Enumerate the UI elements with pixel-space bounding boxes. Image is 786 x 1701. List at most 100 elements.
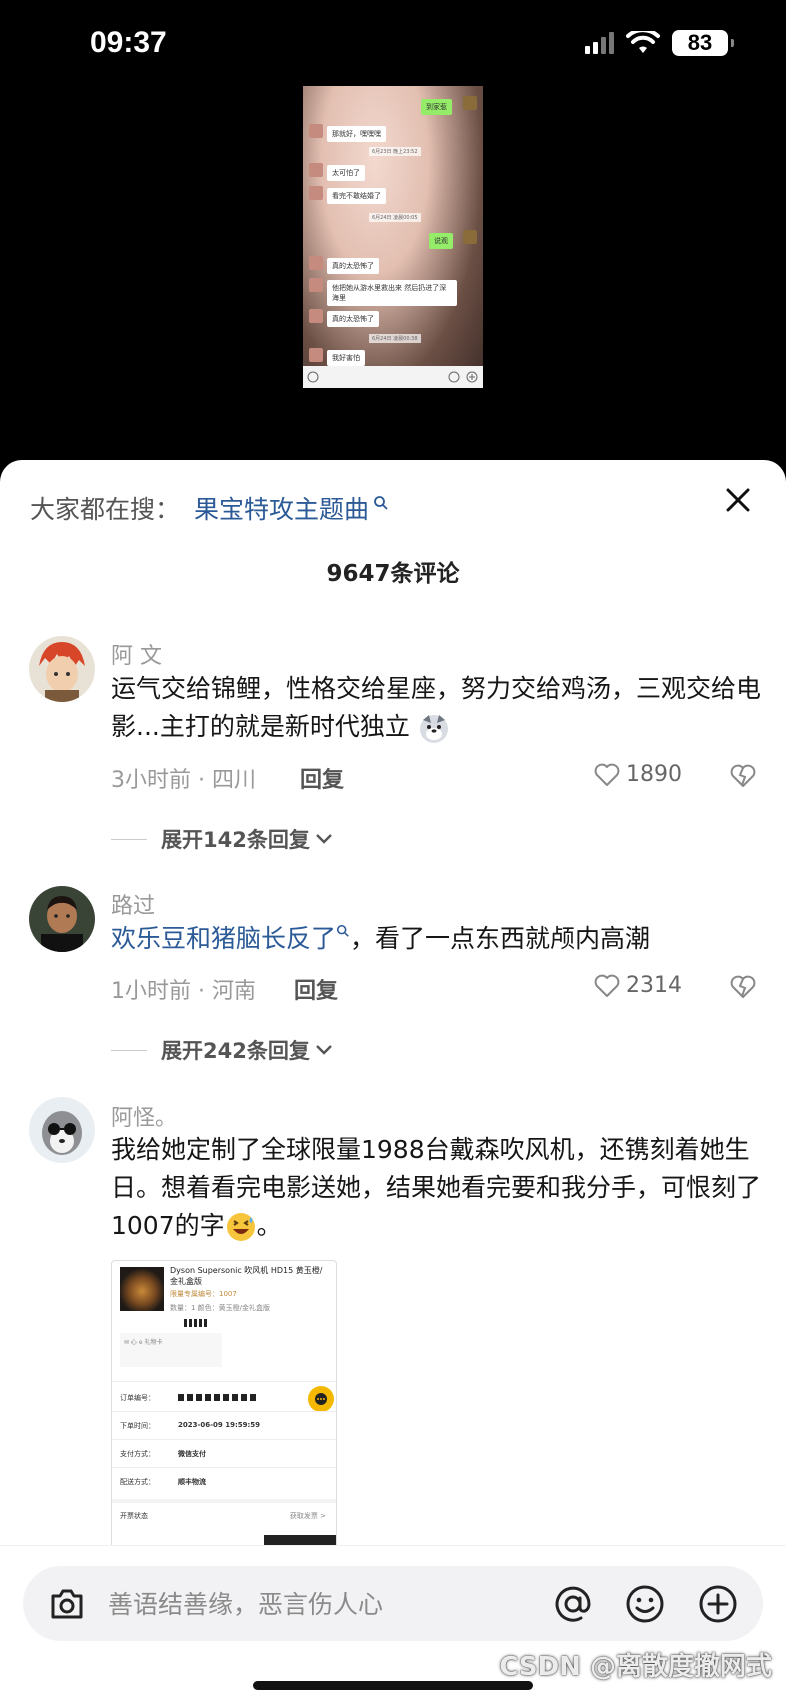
receipt-row-value: 2023-06-09 19:59:59 (178, 1421, 261, 1429)
chat-avatar (463, 230, 477, 244)
chat-bubble: 那就好，嘿嘿嘿 (327, 126, 386, 142)
laugh-sweat-emoji-icon (226, 1213, 255, 1241)
search-suggestion-link[interactable]: 果宝特攻主题曲 (194, 490, 369, 526)
chat-bubble: 到家惹 (421, 99, 452, 115)
camera-icon[interactable] (47, 1584, 87, 1624)
comments-panel: 大家都在搜： 果宝特攻主题曲 9647条评论 阿 文 运气交给锦鲤，性格交给星座… (0, 460, 786, 1701)
like-count: 2314 (626, 973, 682, 998)
comment-username[interactable]: 路过 (111, 888, 155, 920)
chat-timestamp: 6月23日 晚上23:52 (369, 147, 421, 156)
comment-attachment-image[interactable]: Dyson Supersonic 吹风机 HD15 黄玉橙/金礼盒版 限量专属编… (111, 1260, 337, 1550)
like-count: 1890 (626, 762, 682, 787)
comment-meta: 3小时前 · 四川 (111, 768, 256, 793)
home-indicator (253, 1681, 533, 1690)
reply-button[interactable]: 回复 (294, 973, 338, 1005)
chat-bubble: 真的太恐怖了 (327, 258, 379, 274)
close-icon[interactable] (720, 482, 756, 518)
chat-fab-button[interactable] (308, 1386, 334, 1412)
product-serial: 限量专属编号：1007 (170, 1290, 237, 1298)
search-suggestion-prefix: 大家都在搜： (30, 495, 181, 524)
watermark: CSDN @离散度撤网式 (499, 1652, 772, 1682)
product-quantity: 数量：1 颜色：黄玉橙/金礼盒版 (170, 1304, 271, 1312)
chat-avatar (309, 348, 323, 362)
comment-input-container (23, 1566, 763, 1641)
heart-icon (594, 763, 620, 786)
receipt-row-label: 订单编号： (120, 1394, 155, 1402)
divider (112, 1467, 336, 1468)
comment-text: 运气交给锦鲤，性格交给星座，努力交给鸡汤，三观交给电影...主打的就是新时代独立 (111, 670, 761, 746)
product-thumbnail (120, 1267, 164, 1311)
add-icon[interactable] (696, 1582, 740, 1626)
chat-bubble: 真的太恐怖了 (327, 311, 379, 327)
comment-input[interactable] (108, 1584, 498, 1624)
chat-avatar (309, 309, 323, 323)
comment-username[interactable]: 阿 文 (111, 638, 162, 670)
receipt-row-label: 开票状态 (120, 1512, 148, 1520)
avatar-image (29, 636, 95, 702)
comment-body: 我给她定制了全球限量1988台戴森吹风机，还镌刻着她生日。想着看完电影送她，结果… (111, 1135, 762, 1240)
divider (112, 1499, 336, 1503)
avatar-image (29, 886, 95, 952)
receipt-row: 下单时间： 2023-06-09 19:59:59 (120, 1421, 326, 1431)
chat-bubble: 太可怕了 (327, 165, 365, 181)
comment-text: 欢乐豆和猪脑长反了 ，看了一点东西就颅内高潮 (111, 920, 761, 958)
emoji-icon[interactable] (623, 1582, 667, 1626)
expand-replies-button[interactable]: 展开242条回复 (111, 1035, 334, 1065)
battery-indicator: 83 (672, 30, 734, 56)
avatar[interactable] (29, 636, 95, 702)
comment-search-link[interactable]: 欢乐豆和猪脑长反了 (111, 924, 336, 953)
dislike-icon[interactable] (730, 763, 756, 789)
comment-count: 9647条评论 (326, 561, 460, 587)
receipt-row-label: 配送方式： (120, 1478, 155, 1486)
wifi-icon (626, 31, 660, 53)
comment-username[interactable]: 阿怪。 (111, 1100, 177, 1132)
search-icon (336, 924, 349, 937)
receipt-row: 订单编号： (120, 1393, 326, 1403)
video-thumbnail[interactable]: 到家惹 那就好，嘿嘿嘿 6月23日 晚上23:52 太可怕了 看完不敢结婚了 6… (303, 86, 483, 388)
more-icon (315, 1393, 327, 1405)
search-icon (374, 496, 388, 510)
gift-card: ✉ 心 e 礼物卡 (120, 1333, 222, 1367)
chat-bubble: 我好害怕 (327, 350, 365, 366)
dislike-icon[interactable] (730, 974, 756, 1000)
redacted-order-number (178, 1394, 258, 1401)
avatar[interactable] (29, 1097, 95, 1163)
like-button[interactable]: 1890 (594, 762, 682, 787)
product-title: Dyson Supersonic 吹风机 HD15 黄玉橙/金礼盒版 (170, 1266, 323, 1286)
chat-timestamp: 6月24日 凌晨00:38 (369, 334, 421, 343)
reply-button[interactable]: 回复 (300, 762, 344, 794)
chat-bubble: 看完不敢结婚了 (327, 188, 386, 204)
comment-meta: 1小时前 · 河南 (111, 979, 256, 1004)
chat-avatar (309, 163, 323, 177)
comment-body: ，看了一点东西就颅内高潮 (350, 924, 651, 953)
divider (112, 1439, 336, 1440)
comment-input-bar: CSDN @离散度撤网式 (0, 1545, 786, 1701)
comment-text: 我给她定制了全球限量1988台戴森吹风机，还镌刻着她生日。想着看完电影送她，结果… (111, 1131, 761, 1245)
signal-icon (585, 32, 614, 54)
receipt-row: 配送方式： 顺丰物流 (120, 1477, 326, 1487)
chat-bubble: 他把她从游水里救出来 然后扔进了深海里 (327, 280, 457, 306)
receipt-row-value: 顺丰物流 (178, 1478, 206, 1486)
expand-replies-button[interactable]: 展开142条回复 (111, 824, 334, 854)
chevron-down-icon (315, 834, 332, 844)
redacted-mark (184, 1319, 208, 1327)
receipt-row-value: 微信支付 (178, 1450, 206, 1458)
avatar-image (29, 1097, 95, 1163)
divider (112, 1411, 336, 1412)
receipt-row: 开票状态 获取发票 > (120, 1511, 326, 1521)
doge-emoji-icon (419, 715, 448, 743)
mention-icon[interactable] (551, 1582, 595, 1626)
receipt-row: 支付方式： 微信支付 (120, 1449, 326, 1459)
receipt-row-value: 获取发票 > (289, 1512, 326, 1520)
expand-replies-label: 展开242条回复 (161, 1039, 310, 1063)
chat-avatar (309, 186, 323, 200)
divider (111, 1049, 147, 1051)
search-suggestion: 大家都在搜： 果宝特攻主题曲 (30, 490, 389, 526)
avatar[interactable] (29, 886, 95, 952)
like-button[interactable]: 2314 (594, 973, 682, 998)
receipt-row-label: 下单时间： (120, 1422, 155, 1430)
receipt-row-label: 支付方式： (120, 1450, 155, 1458)
status-icons: 83 (585, 30, 734, 56)
comment-body-end: 。 (256, 1211, 282, 1240)
expand-replies-label: 展开142条回复 (161, 828, 310, 852)
